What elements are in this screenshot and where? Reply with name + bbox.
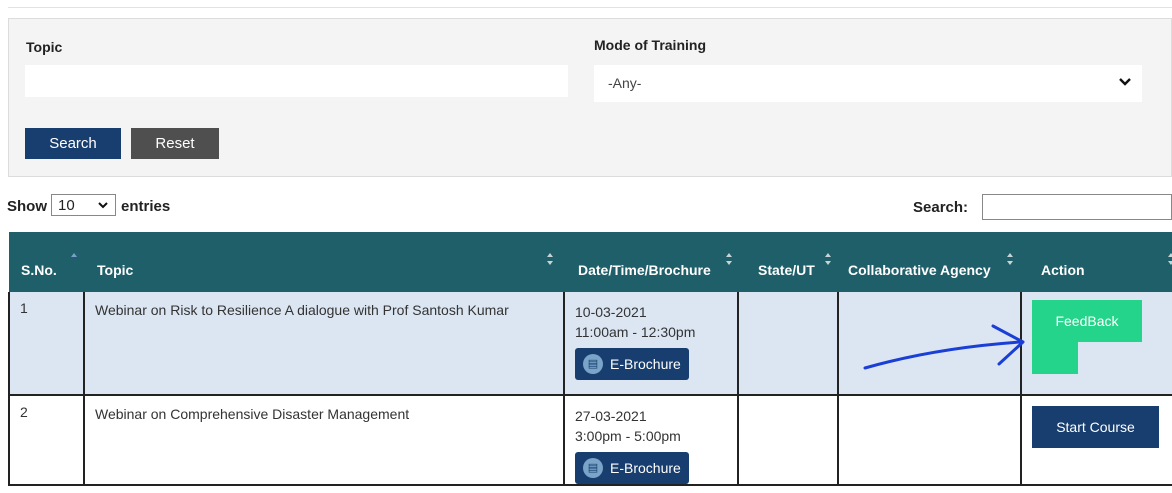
mode-of-training-label: Mode of Training bbox=[594, 37, 706, 53]
header-date[interactable]: Date/Time/Brochure bbox=[564, 232, 738, 292]
cell-date: 27-03-2021 3:00pm - 5:00pm ▤ E-Brochure bbox=[563, 395, 739, 486]
topic-label: Topic bbox=[26, 39, 63, 55]
time-text: 3:00pm - 5:00pm bbox=[575, 428, 681, 444]
cell-agency bbox=[837, 292, 1022, 396]
time-text: 11:00am - 12:30pm bbox=[575, 324, 696, 340]
e-brochure-button[interactable]: ▤ E-Brochure bbox=[575, 452, 689, 484]
table-search-label: Search: bbox=[913, 199, 969, 216]
brochure-icon: ▤ bbox=[583, 354, 603, 374]
header-agency[interactable]: Collaborative Agency bbox=[838, 232, 1021, 292]
sort-icon bbox=[1168, 253, 1172, 265]
feedback-button-extension[interactable] bbox=[1032, 342, 1078, 374]
sort-icon bbox=[726, 253, 732, 265]
header-sno[interactable]: S.No. bbox=[9, 232, 84, 292]
e-brochure-label: E-Brochure bbox=[610, 356, 681, 372]
table-search-input[interactable] bbox=[982, 194, 1172, 220]
top-divider bbox=[8, 7, 1172, 8]
filter-panel: Topic Mode of Training -Any- Search Rese… bbox=[8, 18, 1172, 177]
cell-state bbox=[737, 395, 839, 486]
search-button[interactable]: Search bbox=[25, 128, 121, 159]
sort-icon bbox=[1007, 253, 1013, 265]
cell-date: 10-03-2021 11:00am - 12:30pm ▤ E-Brochur… bbox=[563, 292, 739, 396]
cell-agency bbox=[837, 395, 1022, 486]
mode-of-training-select[interactable]: -Any- bbox=[594, 65, 1142, 102]
date-text: 10-03-2021 bbox=[575, 304, 647, 320]
table-row: 1 Webinar on Risk to Resilience A dialog… bbox=[8, 292, 1172, 396]
show-label: Show bbox=[7, 198, 47, 215]
header-topic[interactable]: Topic bbox=[84, 232, 564, 292]
cell-topic: Webinar on Risk to Resilience A dialogue… bbox=[83, 292, 565, 396]
cell-state bbox=[737, 292, 839, 396]
cell-action: FeedBack bbox=[1020, 292, 1172, 396]
table-row: 2 Webinar on Comprehensive Disaster Mana… bbox=[8, 395, 1172, 486]
sort-icon bbox=[547, 253, 553, 265]
date-text: 27-03-2021 bbox=[575, 408, 647, 424]
brochure-icon: ▤ bbox=[583, 458, 603, 478]
sort-asc-icon bbox=[71, 253, 77, 257]
feedback-button[interactable]: FeedBack bbox=[1032, 300, 1142, 342]
header-action[interactable]: Action bbox=[1021, 232, 1172, 292]
cell-action: Start Course bbox=[1020, 395, 1172, 486]
cell-sno: 2 bbox=[8, 395, 85, 486]
entries-value: 10 bbox=[58, 197, 75, 214]
cell-sno: 1 bbox=[8, 292, 85, 396]
start-course-button[interactable]: Start Course bbox=[1032, 406, 1159, 448]
cell-topic: Webinar on Comprehensive Disaster Manage… bbox=[83, 395, 565, 486]
entries-select[interactable]: 10 bbox=[51, 194, 116, 216]
training-table: S.No. Topic Date/Time/Brochure State/UT … bbox=[8, 232, 1172, 486]
sort-icon bbox=[825, 253, 831, 265]
topic-input[interactable] bbox=[25, 65, 568, 97]
chevron-down-icon bbox=[98, 202, 108, 209]
entries-label: entries bbox=[121, 198, 171, 215]
table-header-row: S.No. Topic Date/Time/Brochure State/UT … bbox=[9, 232, 1172, 292]
reset-button[interactable]: Reset bbox=[131, 128, 219, 159]
header-state[interactable]: State/UT bbox=[738, 232, 838, 292]
chevron-down-icon bbox=[1119, 78, 1131, 86]
e-brochure-button[interactable]: ▤ E-Brochure bbox=[575, 348, 689, 380]
mode-of-training-value: -Any- bbox=[608, 75, 642, 91]
e-brochure-label: E-Brochure bbox=[610, 460, 681, 476]
